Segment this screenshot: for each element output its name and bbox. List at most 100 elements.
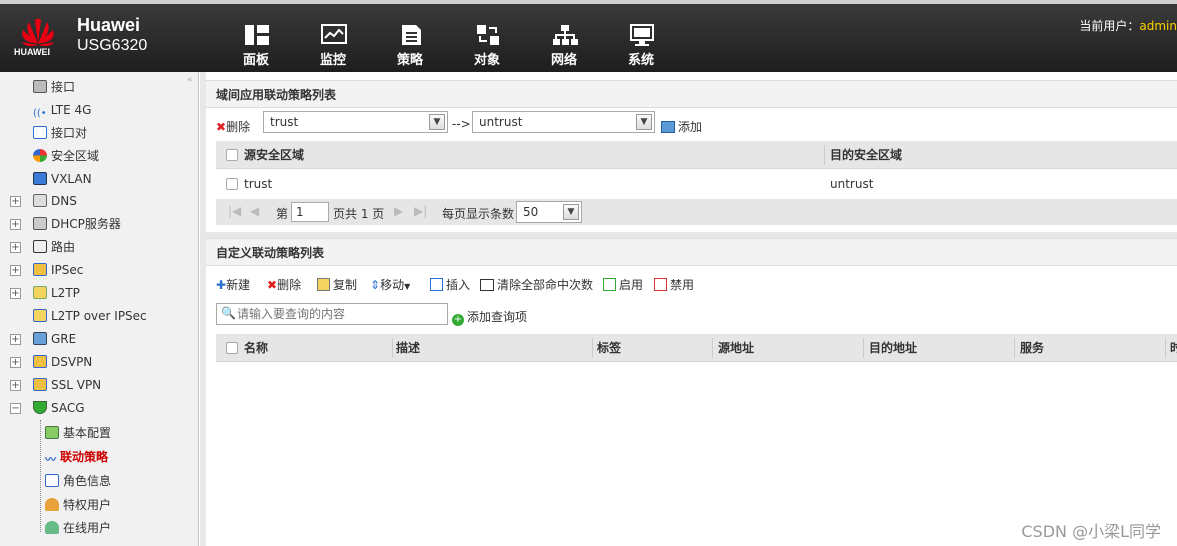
add-button[interactable]: 添加: [661, 118, 702, 135]
move-button[interactable]: ⇕移动▼: [370, 276, 410, 293]
expand-dns-icon[interactable]: +: [10, 196, 21, 207]
nav-dashboard[interactable]: 面板: [226, 4, 286, 76]
sidebar-item-dhcp[interactable]: DHCP服务器: [33, 214, 121, 234]
logo-text: HUAWEI: [14, 47, 50, 57]
main-content: 域间应用联动策略列表 ✖删除 trust ▼ --> untrust ▼ 添加 源安…: [200, 72, 1177, 546]
sidebar-item-label: L2TP: [51, 286, 80, 300]
disable-button[interactable]: 禁用: [654, 276, 694, 293]
custom-panel-header: [206, 238, 1177, 266]
current-user-name[interactable]: admin: [1139, 19, 1177, 33]
sidebar-item-sacg[interactable]: SACG: [33, 398, 85, 418]
sidebar-item-label: 接口对: [51, 126, 88, 140]
online-user-icon: [45, 521, 59, 534]
table-row[interactable]: trust untrust: [216, 171, 1177, 197]
sidebar-item-label: DSVPN: [51, 355, 93, 369]
expand-ipsec-icon[interactable]: +: [10, 265, 21, 276]
plus-icon: ✚: [216, 278, 227, 292]
insert-button[interactable]: 插入: [430, 276, 470, 293]
sidebar-item-label: LTE 4G: [50, 103, 92, 117]
nav-object[interactable]: 对象: [457, 4, 517, 76]
sidebar-item-l2tp-over-ipsec[interactable]: L2TP over IPSec: [33, 306, 147, 326]
search-input[interactable]: [237, 305, 442, 323]
page-prefix: 第: [276, 207, 289, 221]
expand-route-icon[interactable]: +: [10, 242, 21, 253]
delete-icon: ✖: [267, 278, 278, 292]
sidebar-item-sacg-role[interactable]: 角色信息: [45, 471, 111, 491]
sidebar-item-label: 特权用户: [63, 498, 112, 512]
delete-label: 删除: [226, 120, 251, 134]
col-src-label: 源安全区域: [244, 148, 305, 162]
sidebar-item-gre[interactable]: GRE: [33, 329, 76, 349]
sidebar-item-label: 在线用户: [63, 521, 112, 535]
select-all-checkbox[interactable]: [226, 342, 238, 354]
delete-button[interactable]: ✖删除: [216, 118, 250, 135]
last-page-icon[interactable]: ▶|: [414, 204, 427, 218]
new-button[interactable]: ✚新建: [216, 276, 250, 293]
nav-policy[interactable]: 策略: [380, 4, 440, 76]
per-page-select[interactable]: 50 ▼: [516, 201, 582, 223]
sidebar-item-sacg-privileged[interactable]: 特权用户: [45, 495, 111, 515]
sidebar-item-sacg-basic[interactable]: 基本配置: [45, 423, 111, 443]
sidebar-item-vxlan[interactable]: VXLAN: [33, 169, 92, 189]
sidebar-item-route[interactable]: 路由: [33, 237, 75, 257]
device-model: USG6320: [77, 37, 148, 54]
sidebar-item-lte[interactable]: ((• LTE 4G: [33, 100, 91, 120]
collapse-sidebar-icon[interactable]: «: [187, 75, 193, 85]
col-time-label: 时: [1170, 341, 1177, 355]
counter-icon: [480, 279, 494, 291]
l2tp-icon: [33, 286, 47, 299]
select-all-checkbox[interactable]: [226, 149, 238, 161]
chevron-down-icon: ▼: [563, 204, 579, 220]
role-info-icon: [45, 474, 59, 487]
sidebar-item-security-zone[interactable]: 安全区域: [33, 146, 99, 166]
sidebar-item-label: SACG: [51, 401, 85, 415]
sidebar-item-label: 接口: [51, 80, 76, 94]
sidebar-item-interface[interactable]: 接口: [33, 77, 75, 97]
add-query-button[interactable]: + 添加查询项: [452, 308, 527, 326]
col-divider: [863, 338, 864, 358]
source-zone-value: trust: [270, 115, 299, 129]
nav-network[interactable]: 网络: [534, 4, 594, 76]
first-page-icon[interactable]: |◀: [228, 204, 241, 218]
sidebar-item-interface-pair[interactable]: 接口对: [33, 123, 87, 143]
nav-system[interactable]: 系统: [611, 4, 671, 76]
basic-config-icon: [45, 426, 59, 439]
col-divider: [712, 338, 713, 358]
source-zone-select[interactable]: trust ▼: [263, 111, 448, 133]
col-divider: [1165, 338, 1166, 358]
new-label: 新建: [226, 278, 251, 292]
vxlan-icon: [33, 172, 47, 185]
sidebar-item-dsvpn[interactable]: DSVPN: [33, 352, 92, 372]
monitor-icon: [321, 24, 347, 44]
expand-sslvpn-icon[interactable]: +: [10, 380, 21, 391]
expand-l2tp-icon[interactable]: +: [10, 288, 21, 299]
expand-gre-icon[interactable]: +: [10, 334, 21, 345]
policy-icon: [402, 25, 421, 45]
current-user-label: 当前用户：: [1079, 19, 1140, 33]
brand-name: Huawei: [77, 15, 141, 35]
search-box[interactable]: 🔍: [216, 303, 448, 325]
dest-zone-select[interactable]: untrust ▼: [472, 111, 655, 133]
next-page-icon[interactable]: ▶: [394, 204, 403, 218]
page-input[interactable]: 1: [291, 202, 329, 222]
nav-monitor[interactable]: 监控: [303, 4, 363, 76]
sidebar-item-sacg-online[interactable]: 在线用户: [45, 518, 111, 538]
col-divider: [1014, 338, 1015, 358]
row-checkbox[interactable]: [226, 178, 238, 190]
expand-dhcp-icon[interactable]: +: [10, 219, 21, 230]
zone-header-src: 源安全区域: [226, 141, 304, 169]
sidebar-item-sslvpn[interactable]: SSL VPN: [33, 375, 101, 395]
enable-button[interactable]: 启用: [603, 276, 643, 293]
sidebar-item-l2tp[interactable]: L2TP: [33, 283, 80, 303]
sidebar-item-sacg-linkage-policy[interactable]: 〰联动策略: [45, 447, 108, 467]
sidebar-item-dns[interactable]: DNS: [33, 191, 77, 211]
expand-dsvpn-icon[interactable]: +: [10, 357, 21, 368]
delete-policy-button[interactable]: ✖删除: [267, 276, 301, 293]
copy-button[interactable]: 复制: [317, 276, 357, 293]
clear-hits-button[interactable]: 清除全部命中次数: [480, 276, 593, 293]
prev-page-icon[interactable]: ◀: [250, 204, 259, 218]
system-icon: [630, 24, 654, 46]
collapse-sacg-icon[interactable]: −: [10, 403, 21, 414]
sidebar-item-ipsec[interactable]: IPSec: [33, 260, 83, 280]
delete-icon: ✖: [216, 120, 227, 134]
